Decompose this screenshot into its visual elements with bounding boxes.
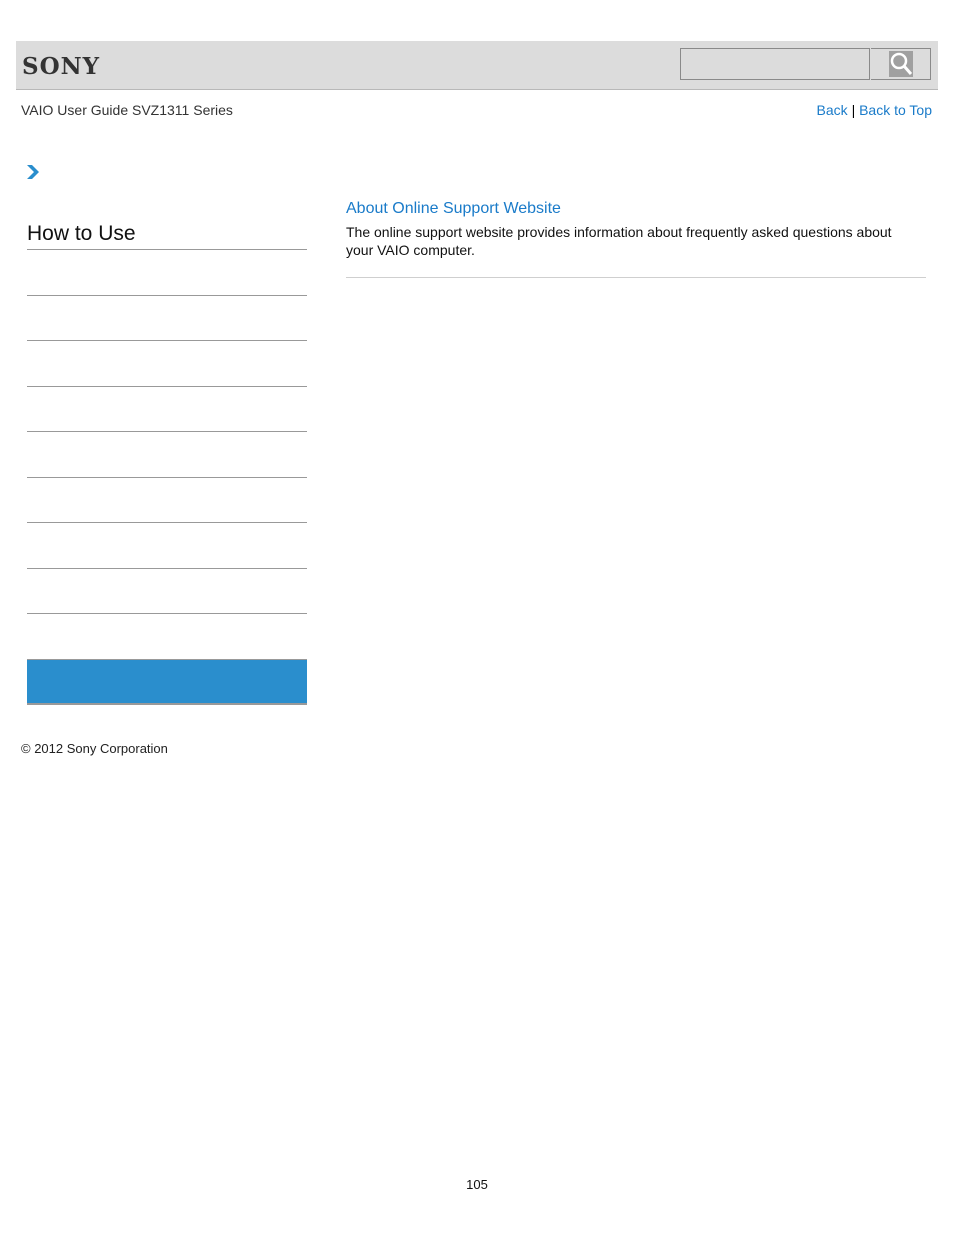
- search-icon: [888, 51, 913, 77]
- sidebar-item[interactable]: [27, 340, 307, 341]
- sidebar-item-active[interactable]: [27, 659, 307, 705]
- top-links: Back | Back to Top: [817, 102, 932, 118]
- sidebar-divider: [27, 249, 307, 250]
- sidebar-item[interactable]: [27, 386, 307, 387]
- search-input[interactable]: [680, 48, 870, 80]
- copyright: © 2012 Sony Corporation: [21, 741, 168, 756]
- link-separator: |: [851, 102, 856, 118]
- page-number: 105: [466, 1177, 488, 1192]
- back-to-top-link[interactable]: Back to Top: [859, 102, 932, 118]
- content-divider: [346, 277, 926, 278]
- sidebar-item[interactable]: [27, 613, 307, 614]
- chevron-right-icon[interactable]: [26, 164, 40, 185]
- sidebar-item[interactable]: [27, 568, 307, 569]
- sony-logo: SONY: [22, 53, 101, 80]
- article-title-link[interactable]: About Online Support Website: [346, 200, 561, 218]
- sidebar-item[interactable]: [27, 477, 307, 478]
- sidebar-title: How to Use: [27, 222, 136, 245]
- search-button[interactable]: [871, 48, 931, 80]
- header-bar: SONY: [16, 41, 938, 90]
- back-link[interactable]: Back: [817, 102, 848, 118]
- sidebar-item[interactable]: [27, 431, 307, 432]
- article-description: The online support website provides info…: [346, 224, 892, 258]
- guide-title: VAIO User Guide SVZ1311 Series: [21, 102, 233, 118]
- sidebar-item[interactable]: [27, 295, 307, 296]
- sidebar-item[interactable]: [27, 522, 307, 523]
